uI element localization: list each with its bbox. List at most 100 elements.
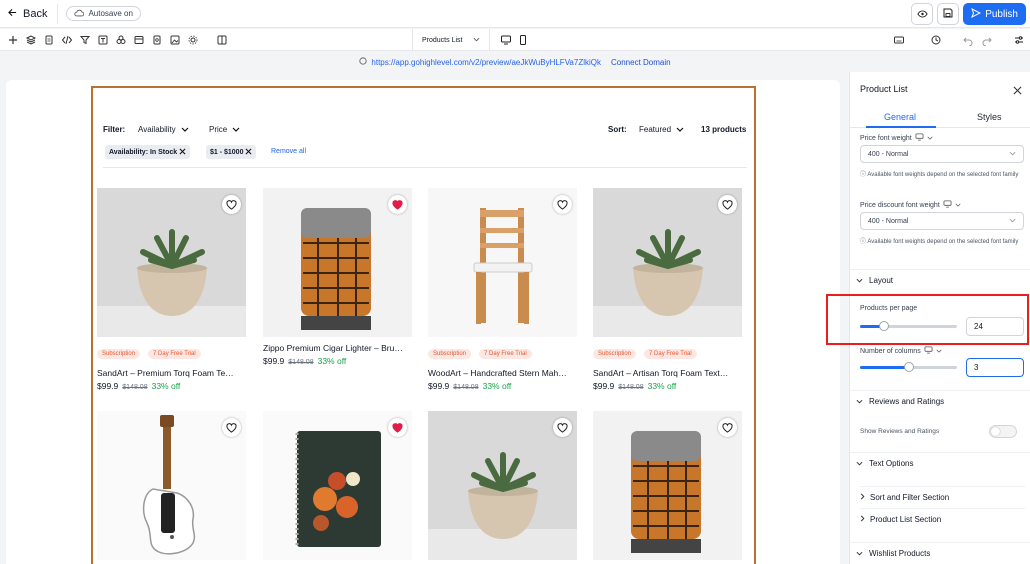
close-icon[interactable] <box>179 148 186 157</box>
hint-text: Available font weights depend on the sel… <box>867 239 1019 245</box>
product-name[interactable]: Zippo Premium Cigar Lighter – Bru… <box>263 343 412 353</box>
filter-availability-label: Availability <box>138 125 176 134</box>
price-now: $99.9 <box>97 381 119 391</box>
chevron-down-icon <box>181 125 189 134</box>
section-title: Reviews and Ratings <box>869 397 945 406</box>
price-compare: $148.08 <box>122 384 148 391</box>
section-layout[interactable]: Layout <box>850 269 1030 291</box>
chevron-down-icon <box>856 459 863 468</box>
filter-price[interactable]: Price <box>209 125 240 134</box>
filter-label: Filter: <box>103 125 126 134</box>
price-now: $99.9 <box>593 381 615 391</box>
product-card[interactable] <box>97 411 246 564</box>
globe-icon <box>359 57 368 67</box>
product-name[interactable]: SandArt – Premium Torq Foam Te… <box>97 368 246 378</box>
tab-general[interactable]: General <box>884 112 916 122</box>
heart-icon[interactable] <box>222 418 241 437</box>
chevron-right-icon <box>860 493 865 502</box>
preview-url-bar: https://app.gohighlevel.com/v2/preview/a… <box>0 52 1030 72</box>
form-icon[interactable] <box>133 34 145 46</box>
redo-icon[interactable] <box>981 34 993 47</box>
number-of-columns-input[interactable]: 3 <box>966 358 1024 377</box>
layers-icon[interactable] <box>25 34 37 46</box>
label-text: Number of columns <box>860 347 921 355</box>
back-button[interactable]: Back <box>8 8 47 20</box>
product-card[interactable]: Subscription 7 Day Free Trial WoodArt – … <box>428 188 577 398</box>
plus-icon[interactable] <box>7 34 19 46</box>
heart-icon[interactable] <box>553 195 572 214</box>
connect-domain-link[interactable]: Connect Domain <box>611 58 671 67</box>
sliders-icon[interactable] <box>1013 34 1025 46</box>
desktop-icon <box>924 346 933 356</box>
filter-availability[interactable]: Availability <box>138 125 189 134</box>
autosave-indicator[interactable]: Autosave on <box>66 6 141 21</box>
price-font-weight-select[interactable]: 400 - Normal <box>860 145 1024 163</box>
heart-icon[interactable] <box>222 195 241 214</box>
desktop-icon[interactable] <box>500 34 512 46</box>
close-icon[interactable] <box>1013 84 1022 98</box>
heart-icon[interactable] <box>553 418 572 437</box>
price-discount-font-weight-label: Price discount font weight <box>860 200 961 210</box>
product-card[interactable]: Subscription 7 Day Free Trial SandArt – … <box>97 188 246 398</box>
panel-toggle-icon[interactable] <box>216 34 228 46</box>
product-card[interactable] <box>263 411 412 564</box>
product-card[interactable] <box>428 411 577 564</box>
product-list-element[interactable]: Filter: Availability Price Sort: Feature… <box>91 86 756 564</box>
subscription-tag: Subscription <box>428 349 472 359</box>
subsection-product-list[interactable]: Product List Section <box>860 508 1025 530</box>
heart-icon[interactable] <box>718 195 737 214</box>
heart-icon[interactable] <box>718 418 737 437</box>
price-discount-font-weight-select[interactable]: 400 - Normal <box>860 212 1024 230</box>
active-tab-indicator <box>866 126 936 128</box>
chevron-down-icon <box>927 135 933 142</box>
close-icon[interactable] <box>245 148 252 157</box>
product-card[interactable]: Zippo Premium Cigar Lighter – Bru… $99.9… <box>263 188 412 398</box>
label-text: Price discount font weight <box>860 201 940 209</box>
product-name[interactable]: WoodArt – Handcrafted Stern Mah… <box>428 368 577 378</box>
preview-button[interactable] <box>911 3 934 25</box>
section-reviews-ratings[interactable]: Reviews and Ratings <box>850 390 1030 412</box>
price-now: $99.9 <box>428 381 450 391</box>
label-text: Show Reviews and Ratings <box>860 428 940 435</box>
save-button[interactable] <box>937 3 960 25</box>
label-text: Price font weight <box>860 134 912 142</box>
show-reviews-label: Show Reviews and Ratings <box>860 428 939 435</box>
mobile-icon[interactable] <box>517 34 529 46</box>
eye-icon <box>917 7 928 21</box>
preview-url-link[interactable]: https://app.gohighlevel.com/v2/preview/a… <box>371 58 601 67</box>
number-of-columns-slider[interactable] <box>860 362 957 372</box>
text-icon[interactable] <box>97 34 109 46</box>
media-icon[interactable] <box>115 34 127 46</box>
page-icon[interactable] <box>43 34 55 46</box>
keyboard-icon[interactable] <box>893 34 905 46</box>
code-icon[interactable] <box>61 34 73 46</box>
publish-button[interactable]: Publish <box>963 3 1026 25</box>
page-selector[interactable]: Products List <box>412 29 490 51</box>
floppy-icon <box>943 7 953 21</box>
settings-icon[interactable] <box>187 34 199 46</box>
tab-styles[interactable]: Styles <box>977 112 1002 122</box>
undo-icon[interactable] <box>962 34 974 47</box>
remove-all-link[interactable]: Remove all <box>271 148 306 155</box>
subsection-sort-filter[interactable]: Sort and Filter Section <box>860 486 1025 508</box>
product-card[interactable]: Subscription 7 Day Free Trial SandArt – … <box>593 188 742 398</box>
show-reviews-toggle[interactable] <box>989 425 1017 438</box>
chevron-down-icon <box>856 276 863 285</box>
image-icon[interactable] <box>169 34 181 46</box>
chevron-down-icon <box>856 397 863 406</box>
blog-icon[interactable] <box>151 34 163 46</box>
active-filter-chip[interactable]: $1 - $1000 <box>206 145 257 159</box>
sort-select[interactable]: Featured <box>639 125 684 134</box>
slider-handle[interactable] <box>903 362 914 372</box>
product-card[interactable] <box>593 411 742 564</box>
heart-icon[interactable] <box>388 418 407 437</box>
heart-icon[interactable] <box>388 195 407 214</box>
section-text-options[interactable]: Text Options <box>850 452 1030 474</box>
chevron-down-icon <box>1009 151 1016 158</box>
section-wishlist[interactable]: Wishlist Products <box>850 542 1030 564</box>
history-icon[interactable] <box>930 34 942 46</box>
active-filter-chip[interactable]: Availability: In Stock <box>105 145 191 159</box>
product-name[interactable]: SandArt – Artisan Torq Foam Text… <box>593 368 742 378</box>
sort-value: Featured <box>639 125 672 134</box>
funnel-icon[interactable] <box>79 34 91 46</box>
